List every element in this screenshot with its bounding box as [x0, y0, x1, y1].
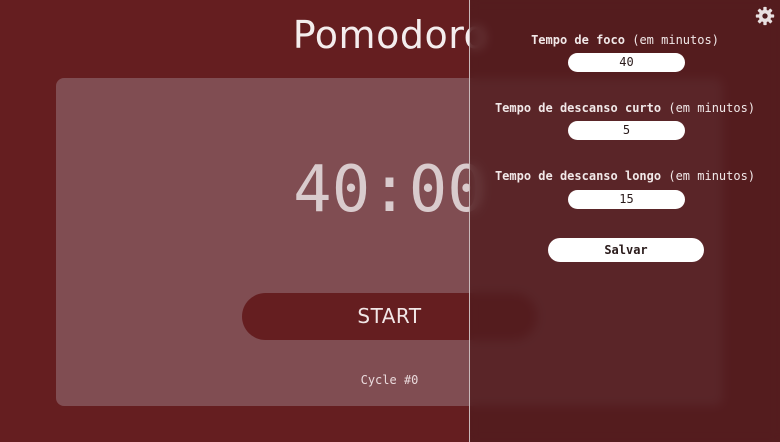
- save-button[interactable]: Salvar: [548, 238, 704, 262]
- gear-icon[interactable]: [755, 6, 775, 26]
- long-break-input[interactable]: 15: [568, 190, 685, 209]
- short-break-unit: (em minutos): [668, 101, 756, 115]
- long-break-label: Tempo de descanso longo (em minutos): [470, 168, 780, 184]
- long-break-unit: (em minutos): [668, 169, 756, 183]
- focus-time-label-text: Tempo de foco: [531, 33, 625, 47]
- focus-time-label: Tempo de foco (em minutos): [470, 32, 780, 48]
- short-break-input[interactable]: 5: [568, 121, 685, 140]
- long-break-label-text: Tempo de descanso longo: [494, 169, 662, 183]
- short-break-label-text: Tempo de descanso curto: [494, 101, 662, 115]
- short-break-label: Tempo de descanso curto (em minutos): [470, 100, 780, 116]
- settings-panel: Tempo de foco (em minutos) 40 Tempo de d…: [469, 0, 780, 442]
- focus-time-unit: (em minutos): [632, 33, 719, 47]
- focus-time-input[interactable]: 40: [568, 53, 685, 72]
